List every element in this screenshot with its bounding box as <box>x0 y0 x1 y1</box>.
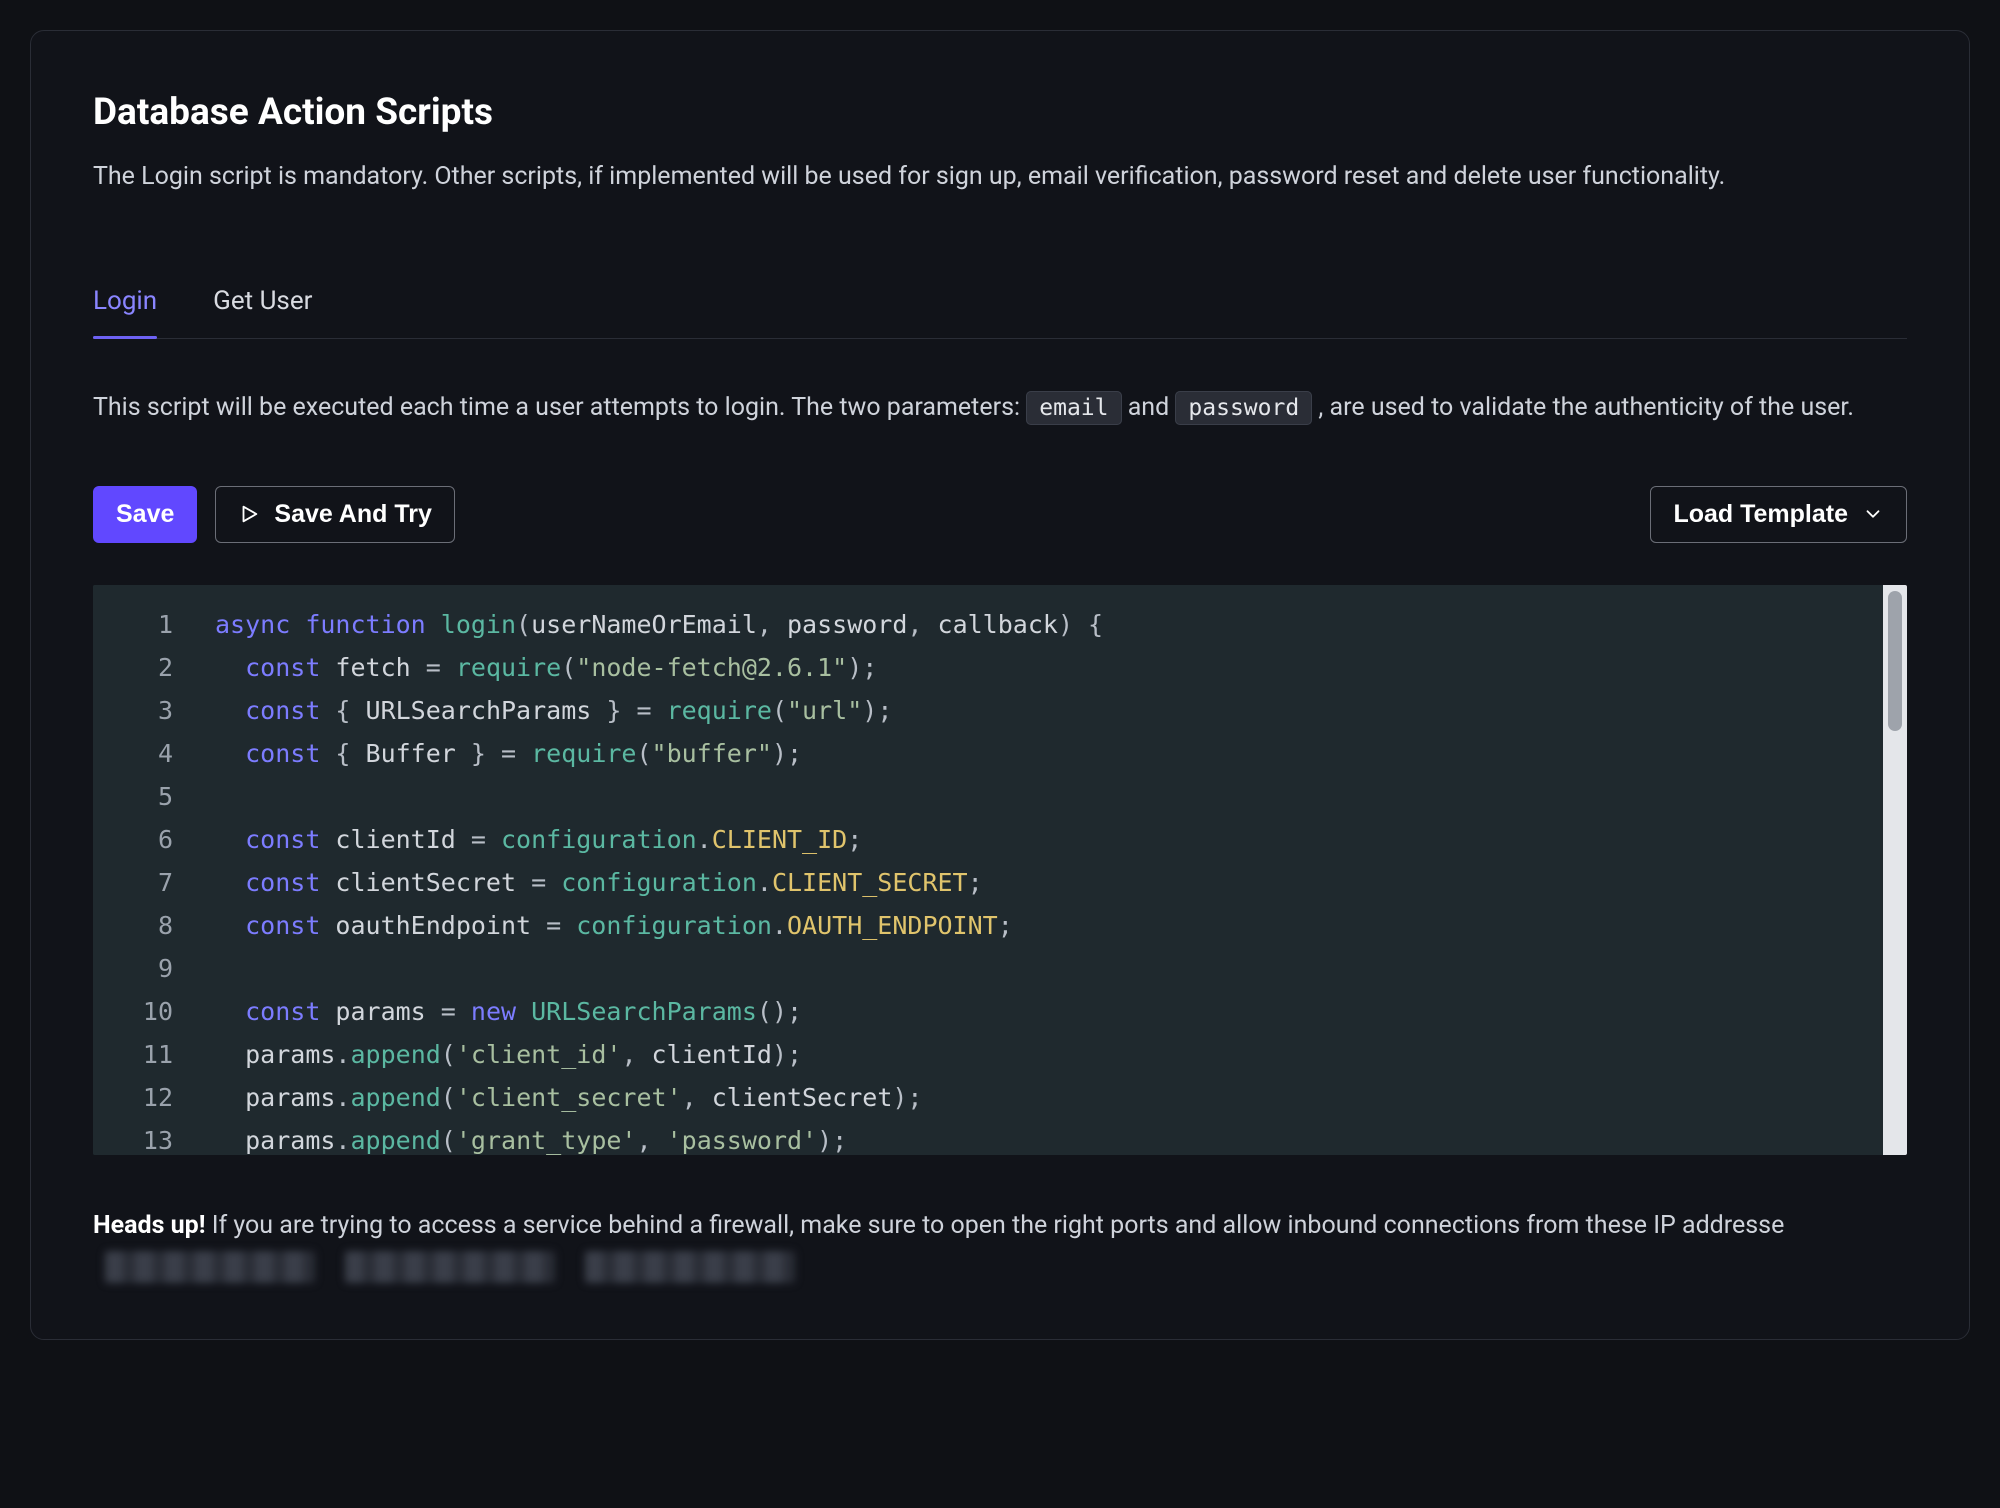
code-line <box>215 947 1907 990</box>
redacted-ip-3 <box>585 1251 795 1283</box>
code-line: params.append('client_id', clientId); <box>215 1033 1907 1076</box>
tab-login[interactable]: Login <box>93 286 157 338</box>
line-number: 4 <box>93 732 173 775</box>
line-number: 13 <box>93 1119 173 1155</box>
line-number: 12 <box>93 1076 173 1119</box>
action-row: Save Save And Try Load Template <box>93 486 1907 543</box>
tab-get-user[interactable]: Get User <box>213 286 312 338</box>
redacted-ip-1 <box>105 1251 315 1283</box>
code-line: const { Buffer } = require("buffer"); <box>215 732 1907 775</box>
line-number: 5 <box>93 775 173 818</box>
page-title: Database Action Scripts <box>93 91 1907 134</box>
save-and-try-label: Save And Try <box>274 500 431 529</box>
save-button[interactable]: Save <box>93 486 197 543</box>
play-icon <box>238 503 260 525</box>
param-password-tag: password <box>1175 391 1312 425</box>
line-number: 8 <box>93 904 173 947</box>
code-line: async function login(userNameOrEmail, pa… <box>215 603 1907 646</box>
code-line: params.append('grant_type', 'password'); <box>215 1119 1907 1155</box>
redacted-ip-2 <box>345 1251 555 1283</box>
code-line: const fetch = require("node-fetch@2.6.1"… <box>215 646 1907 689</box>
line-number: 7 <box>93 861 173 904</box>
tab-description-and: and <box>1128 393 1176 422</box>
param-email-tag: email <box>1026 391 1121 425</box>
tab-description-text-1: This script will be executed each time a… <box>93 393 1026 422</box>
line-number: 10 <box>93 990 173 1033</box>
code-line: const oauthEndpoint = configuration.OAUT… <box>215 904 1907 947</box>
load-template-button[interactable]: Load Template <box>1650 486 1907 543</box>
tab-description: This script will be executed each time a… <box>93 387 1873 428</box>
line-number: 2 <box>93 646 173 689</box>
scrollbar[interactable] <box>1883 585 1907 1155</box>
code-line: const params = new URLSearchParams(); <box>215 990 1907 1033</box>
line-number: 9 <box>93 947 173 990</box>
line-number: 11 <box>93 1033 173 1076</box>
code-line <box>215 775 1907 818</box>
chevron-down-icon <box>1862 503 1884 525</box>
line-number: 3 <box>93 689 173 732</box>
code-line: const clientId = configuration.CLIENT_ID… <box>215 818 1907 861</box>
line-gutter: 12345678910111213 <box>93 585 193 1155</box>
heads-up-note: Heads up! If you are trying to access a … <box>93 1205 1907 1288</box>
code-line: const clientSecret = configuration.CLIEN… <box>215 861 1907 904</box>
page-description: The Login script is mandatory. Other scr… <box>93 158 1873 196</box>
tabs: Login Get User <box>93 286 1907 339</box>
code-line: const { URLSearchParams } = require("url… <box>215 689 1907 732</box>
line-number: 1 <box>93 603 173 646</box>
tab-description-text-2: , are used to validate the authenticity … <box>1318 393 1854 422</box>
heads-up-text: If you are trying to access a service be… <box>206 1211 1785 1240</box>
save-and-try-button[interactable]: Save And Try <box>215 486 454 543</box>
load-template-label: Load Template <box>1673 500 1848 529</box>
heads-up-bold: Heads up! <box>93 1211 206 1240</box>
line-number: 6 <box>93 818 173 861</box>
scrollbar-thumb[interactable] <box>1888 591 1902 731</box>
settings-card: Database Action Scripts The Login script… <box>30 30 1970 1340</box>
code-editor[interactable]: 12345678910111213 async function login(u… <box>93 585 1907 1155</box>
code-line: params.append('client_secret', clientSec… <box>215 1076 1907 1119</box>
code-area[interactable]: async function login(userNameOrEmail, pa… <box>193 585 1907 1155</box>
save-button-label: Save <box>116 500 174 529</box>
